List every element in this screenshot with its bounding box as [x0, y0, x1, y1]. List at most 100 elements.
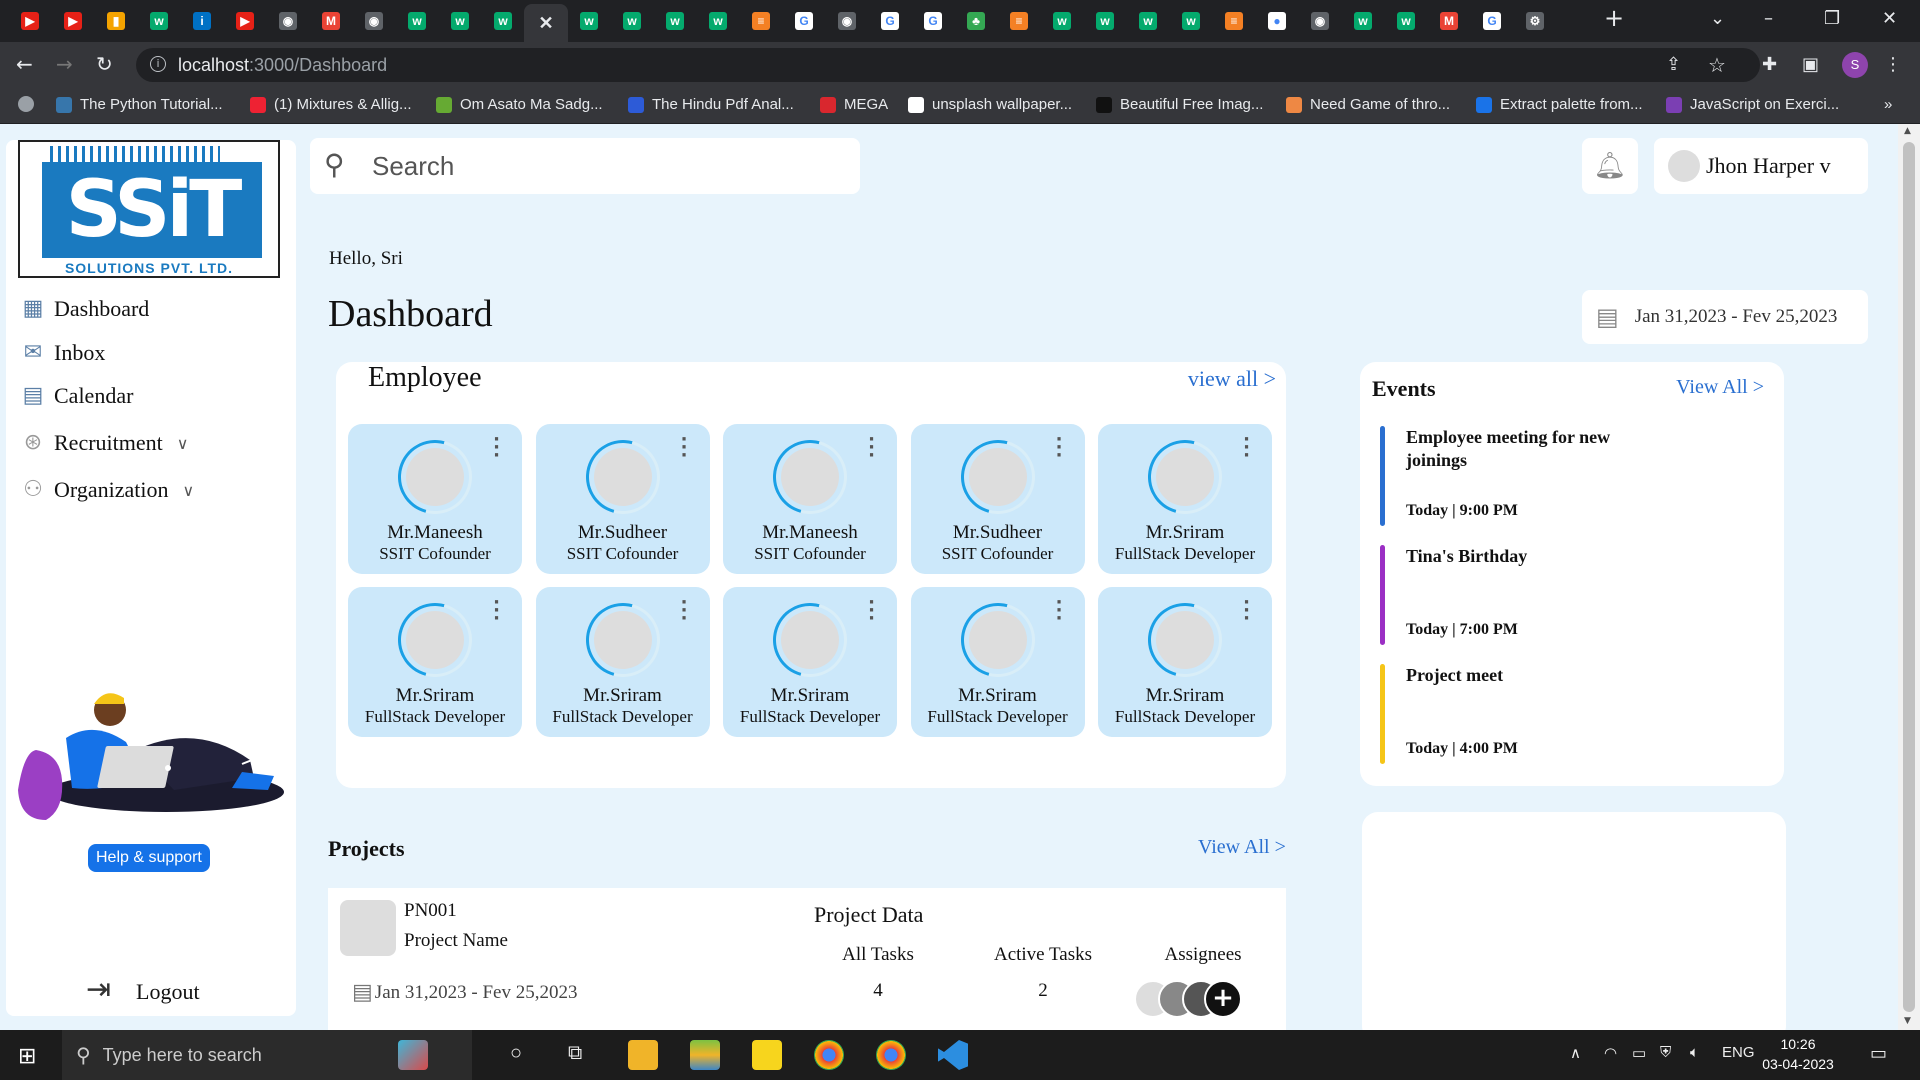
nav-item-dashboard[interactable]: ▦ Dashboard	[20, 296, 150, 322]
url-field[interactable]: i localhost:3000/Dashboard ⇪ ☆	[136, 48, 1760, 82]
employee-card[interactable]: · · · Mr.Sriram FullStack Developer	[348, 587, 522, 737]
bookmark-item[interactable]: The Hindu Pdf Anal...	[628, 96, 794, 113]
share-icon[interactable]: ⇪	[1666, 54, 1681, 75]
browser-tab[interactable]: ≡	[1005, 8, 1033, 34]
browser-tab[interactable]: ≡	[1220, 8, 1248, 34]
browser-tab[interactable]: w	[489, 8, 517, 34]
bookmark-item[interactable]: (1) Mixtures & Allig...	[250, 96, 412, 113]
browser-tab[interactable]: ≡	[747, 8, 775, 34]
forward-icon[interactable]: →	[56, 52, 73, 76]
volume-icon[interactable]: 🔈︎	[1690, 1044, 1699, 1061]
profile-avatar[interactable]: S	[1842, 52, 1868, 78]
site-info-icon[interactable]: i	[150, 56, 166, 72]
star-icon[interactable]: ☆	[1708, 53, 1726, 77]
browser-tab[interactable]: w	[1134, 8, 1162, 34]
page-scrollbar[interactable]: ▲ ▼	[1898, 124, 1920, 1030]
browser-tab[interactable]: w	[1091, 8, 1119, 34]
bookmark-item[interactable]: JavaScript on Exerci...	[1666, 96, 1839, 113]
browser-tab[interactable]: ◉	[274, 8, 302, 34]
tab-search-icon[interactable]: ⌄	[1710, 8, 1725, 29]
projects-view-all-link[interactable]: View All >	[1198, 836, 1286, 859]
browser-tab[interactable]: w	[1048, 8, 1076, 34]
more-options-icon[interactable]: · · ·	[1243, 431, 1250, 465]
search-input[interactable]	[372, 150, 832, 182]
employee-card[interactable]: · · · Mr.Maneesh SSIT Cofounder	[348, 424, 522, 574]
employee-card[interactable]: · · · Mr.Sudheer SSIT Cofounder	[910, 424, 1085, 574]
employee-card[interactable]: · · · Mr.Sriram FullStack Developer	[535, 587, 710, 737]
employee-card[interactable]: · · · Mr.Sriram FullStack Developer	[1098, 424, 1272, 574]
more-options-icon[interactable]: · · ·	[868, 431, 875, 465]
scroll-up-icon[interactable]: ▲	[1904, 126, 1911, 136]
browser-tab[interactable]: ♣	[962, 8, 990, 34]
employee-card[interactable]: · · · Mr.Sriram FullStack Developer	[1098, 587, 1272, 737]
battery-icon[interactable]: ▭	[1632, 1044, 1646, 1062]
file-explorer-icon[interactable]	[628, 1040, 658, 1070]
browser-tab[interactable]: w	[1177, 8, 1205, 34]
browser-tab[interactable]: w	[403, 8, 431, 34]
chrome-icon[interactable]	[876, 1040, 906, 1070]
menu-icon[interactable]: ⋮	[1884, 54, 1902, 75]
minimize-icon[interactable]: –	[1764, 8, 1773, 29]
bookmark-item[interactable]: The Python Tutorial...	[56, 96, 223, 113]
browser-tab[interactable]: M	[317, 8, 345, 34]
browser-tab[interactable]: M	[1435, 8, 1463, 34]
clock[interactable]: 10:26 03-04-2023	[1758, 1034, 1838, 1074]
chevron-down-icon[interactable]: ∨	[182, 481, 194, 500]
nav-item-recruitment[interactable]: ⊛ Recruitment ∨	[20, 430, 189, 456]
notifications-icon[interactable]: ▭	[1870, 1043, 1887, 1064]
browser-tab[interactable]: w	[618, 8, 646, 34]
browser-tab[interactable]: w	[145, 8, 173, 34]
bookmark-item[interactable]: Beautiful Free Imag...	[1096, 96, 1263, 113]
scroll-down-icon[interactable]: ▼	[1904, 1016, 1911, 1026]
date-range-picker[interactable]: ▤ Jan 31,2023 - Fev 25,2023	[1582, 290, 1868, 344]
cortana-icon[interactable]: ○	[510, 1042, 522, 1065]
close-window-icon[interactable]: ✕	[1882, 8, 1897, 29]
side-panel-icon[interactable]: ▣	[1802, 54, 1819, 75]
browser-tab-active[interactable]: ✕	[524, 4, 568, 42]
browser-tab[interactable]: w	[1349, 8, 1377, 34]
browser-tab[interactable]: w	[1392, 8, 1420, 34]
extensions-icon[interactable]: ✚	[1762, 54, 1777, 75]
browser-tab[interactable]: w	[575, 8, 603, 34]
more-options-icon[interactable]: · · ·	[681, 594, 688, 628]
browser-tab[interactable]: ▶	[16, 8, 44, 34]
add-assignee-button[interactable]: +	[1204, 980, 1242, 1018]
browser-tab[interactable]: G	[790, 8, 818, 34]
logout-button[interactable]: ⇥ Logout	[86, 972, 200, 1012]
layers-app-icon[interactable]	[690, 1040, 720, 1070]
user-menu[interactable]: Jhon Harper v	[1654, 138, 1868, 194]
back-icon[interactable]: ←	[16, 52, 33, 76]
more-options-icon[interactable]: · · ·	[493, 431, 500, 465]
events-view-all-link[interactable]: View All >	[1676, 376, 1764, 399]
browser-tab[interactable]: ⚙	[1521, 8, 1549, 34]
bookmark-item[interactable]: Need Game of thro...	[1286, 96, 1450, 113]
browser-tab[interactable]: w	[661, 8, 689, 34]
reload-icon[interactable]: ↻	[96, 52, 113, 76]
browser-tab[interactable]: w	[446, 8, 474, 34]
browser-tab[interactable]: ●	[1263, 8, 1291, 34]
browser-tab[interactable]: ▶	[231, 8, 259, 34]
chrome-icon[interactable]	[814, 1040, 844, 1070]
more-options-icon[interactable]: · · ·	[1243, 594, 1250, 628]
browser-tab[interactable]: ▶	[59, 8, 87, 34]
help-support-button[interactable]: Help & support	[88, 844, 210, 872]
chevron-down-icon[interactable]: ∨	[177, 434, 189, 453]
language-indicator[interactable]: ENG	[1722, 1044, 1755, 1061]
browser-tab[interactable]: i	[188, 8, 216, 34]
apps-icon[interactable]	[18, 96, 42, 112]
employee-card[interactable]: · · · Mr.Maneesh SSIT Cofounder	[723, 424, 897, 574]
bookmark-item[interactable]: unsplash wallpaper...	[908, 96, 1072, 113]
more-options-icon[interactable]: · · ·	[1056, 431, 1063, 465]
bookmark-item[interactable]: Om Asato Ma Sadg...	[436, 96, 603, 113]
bookmark-item[interactable]: Extract palette from...	[1476, 96, 1643, 113]
notification-bell-icon[interactable]: 🔔︎	[1582, 138, 1638, 194]
employee-card[interactable]: · · · Mr.Sriram FullStack Developer	[910, 587, 1085, 737]
task-view-icon[interactable]: ⧉	[568, 1042, 582, 1065]
bookmark-item[interactable]: MEGA	[820, 96, 888, 113]
scrollbar-thumb[interactable]	[1903, 142, 1915, 1012]
new-tab-icon[interactable]: +	[1604, 4, 1624, 32]
wifi-icon[interactable]: ◠	[1604, 1044, 1617, 1062]
browser-tab[interactable]: G	[919, 8, 947, 34]
browser-tab[interactable]: ▮	[102, 8, 130, 34]
more-options-icon[interactable]: · · ·	[1056, 594, 1063, 628]
